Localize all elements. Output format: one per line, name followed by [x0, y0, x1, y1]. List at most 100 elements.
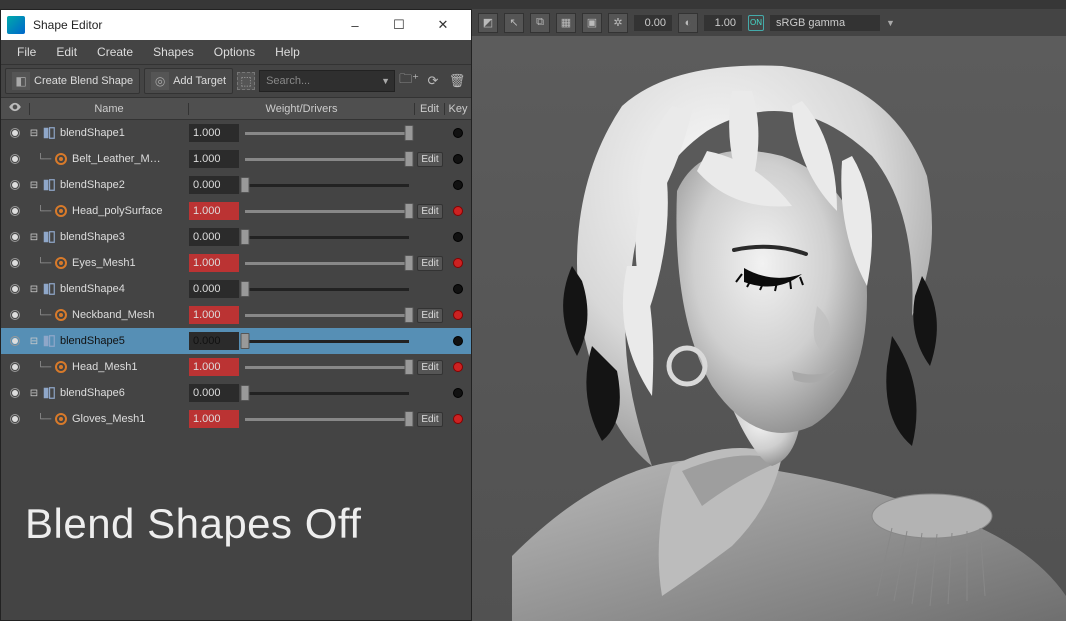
target-row[interactable]: └─Head_polySurface1.000Edit [1, 198, 471, 224]
weight-slider[interactable] [245, 358, 415, 376]
visibility-toggle[interactable] [10, 388, 20, 398]
expand-icon[interactable]: ⊟ [29, 180, 39, 191]
edit-button[interactable]: Edit [417, 204, 442, 219]
edit-button[interactable]: Edit [417, 256, 442, 271]
item-name[interactable]: Head_Mesh1 [72, 361, 137, 373]
weight-slider[interactable] [245, 124, 415, 142]
chevron-down-icon[interactable]: ▼ [886, 18, 895, 28]
key-indicator[interactable] [453, 180, 463, 190]
target-row[interactable]: └─Eyes_Mesh11.000Edit [1, 250, 471, 276]
target-row[interactable]: └─Head_Mesh11.000Edit [1, 354, 471, 380]
header-key[interactable]: Key [445, 103, 471, 115]
key-indicator[interactable] [453, 336, 463, 346]
titlebar[interactable]: Shape Editor – ☐ ✕ [1, 10, 471, 40]
weight-slider[interactable] [245, 228, 415, 246]
weight-field[interactable]: 0.000 [189, 384, 239, 402]
blendshape-row[interactable]: ⊟blendShape20.000 [1, 172, 471, 198]
tool-icon-1[interactable]: ↖ [504, 13, 524, 33]
menu-shapes[interactable]: Shapes [143, 41, 204, 63]
key-indicator[interactable] [453, 232, 463, 242]
target-row[interactable]: └─Gloves_Mesh11.000Edit [1, 406, 471, 432]
key-indicator[interactable] [453, 310, 463, 320]
header-edit[interactable]: Edit [415, 103, 445, 115]
weight-field[interactable]: 0.000 [189, 228, 239, 246]
item-name[interactable]: Head_polySurface [72, 205, 163, 217]
expand-icon[interactable]: ⊟ [29, 336, 39, 347]
item-name[interactable]: Eyes_Mesh1 [72, 257, 136, 269]
add-target-button[interactable]: ◎ Add Target [144, 68, 233, 94]
expand-icon[interactable]: ⊟ [29, 388, 39, 399]
edit-button[interactable]: Edit [417, 412, 442, 427]
tool-icon-4[interactable]: ▣ [582, 13, 602, 33]
edit-button[interactable]: Edit [417, 308, 442, 323]
key-indicator[interactable] [453, 154, 463, 164]
exposure-icon[interactable]: ✲ [608, 13, 628, 33]
visibility-toggle[interactable] [10, 414, 20, 424]
key-indicator[interactable] [453, 362, 463, 372]
viewport-3d[interactable] [472, 36, 1066, 621]
weight-slider[interactable] [245, 410, 415, 428]
item-name[interactable]: Belt_Leather_Mesh [72, 153, 164, 165]
blendshape-row[interactable]: ⊟blendShape11.000 [1, 120, 471, 146]
weight-field[interactable]: 1.000 [189, 306, 239, 324]
expand-icon[interactable]: ⊟ [29, 284, 39, 295]
minimize-button[interactable]: – [333, 11, 377, 39]
maximize-button[interactable]: ☐ [377, 11, 421, 39]
weight-field[interactable]: 1.000 [189, 358, 239, 376]
visibility-toggle[interactable] [10, 362, 20, 372]
key-indicator[interactable] [453, 258, 463, 268]
header-weight[interactable]: Weight/Drivers [189, 103, 415, 115]
trash-icon[interactable]: 🗑 [447, 71, 467, 91]
visibility-toggle[interactable] [10, 180, 20, 190]
weight-slider[interactable] [245, 306, 415, 324]
blendshape-row[interactable]: ⊟ blendShape3 0.000 [1, 224, 471, 250]
gamma-icon[interactable]: ◐ [678, 13, 698, 33]
item-name[interactable]: Gloves_Mesh1 [72, 413, 145, 425]
key-indicator[interactable] [453, 414, 463, 424]
weight-field[interactable]: 1.000 [189, 124, 239, 142]
target-row[interactable]: └─Belt_Leather_Mesh1.000Edit [1, 146, 471, 172]
colorspace-dropdown[interactable]: sRGB gamma [770, 15, 880, 31]
gamma-value[interactable]: 1.00 [704, 15, 742, 31]
expand-icon[interactable]: ⊟ [29, 232, 39, 243]
visibility-toggle[interactable] [10, 310, 20, 320]
tool-icon-3[interactable]: ▦ [556, 13, 576, 33]
blendshape-row[interactable]: ⊟ blendShape6 0.000 [1, 380, 471, 406]
item-name[interactable]: blendShape3 [60, 231, 125, 243]
tool-icon-2[interactable]: ⧉ [530, 13, 550, 33]
visibility-toggle[interactable] [10, 206, 20, 216]
menu-edit[interactable]: Edit [46, 41, 87, 63]
key-indicator[interactable] [453, 206, 463, 216]
key-indicator[interactable] [453, 284, 463, 294]
visibility-toggle[interactable] [10, 284, 20, 294]
weight-slider[interactable] [245, 384, 415, 402]
item-name[interactable]: blendShape4 [60, 283, 125, 295]
refresh-icon[interactable]: ⟳ [423, 71, 443, 91]
chevron-down-icon[interactable]: ▼ [381, 76, 390, 86]
weight-field[interactable]: 1.000 [189, 150, 239, 168]
item-name[interactable]: blendShape5 [60, 335, 125, 347]
weight-field[interactable]: 0.000 [189, 332, 239, 350]
new-group-icon[interactable]: 🗀⁺ [399, 71, 419, 91]
weight-slider[interactable] [245, 332, 415, 350]
edit-button[interactable]: Edit [417, 152, 442, 167]
visibility-toggle[interactable] [10, 336, 20, 346]
menu-file[interactable]: File [7, 41, 46, 63]
visibility-toggle[interactable] [10, 258, 20, 268]
visibility-toggle[interactable] [10, 232, 20, 242]
search-input[interactable]: Search... ▼ [259, 70, 395, 92]
weight-slider[interactable] [245, 176, 415, 194]
weight-field[interactable]: 1.000 [189, 202, 239, 220]
weight-field[interactable]: 1.000 [189, 254, 239, 272]
weight-field[interactable]: 1.000 [189, 410, 239, 428]
key-indicator[interactable] [453, 388, 463, 398]
exposure-value[interactable]: 0.00 [634, 15, 672, 31]
close-button[interactable]: ✕ [421, 11, 465, 39]
item-name[interactable]: blendShape6 [60, 387, 125, 399]
key-indicator[interactable] [453, 128, 463, 138]
blendshape-row[interactable]: ⊟blendShape40.000 [1, 276, 471, 302]
weight-slider[interactable] [245, 202, 415, 220]
weight-slider[interactable] [245, 150, 415, 168]
color-mgmt-toggle-icon[interactable]: ON [748, 15, 764, 31]
visibility-toggle[interactable] [10, 128, 20, 138]
